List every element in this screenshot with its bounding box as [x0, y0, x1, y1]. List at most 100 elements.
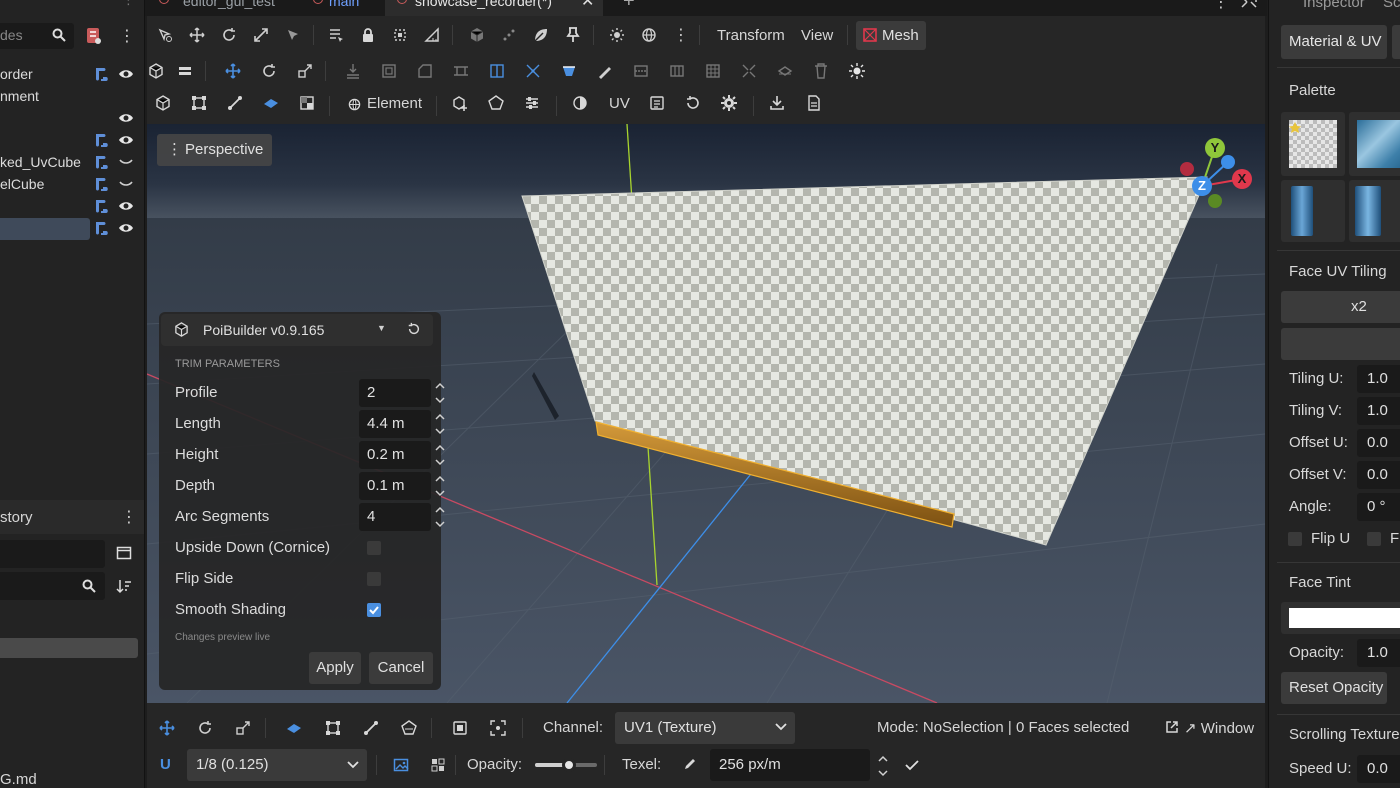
spinner-icon[interactable] — [435, 380, 445, 406]
face-mode-icon[interactable] — [261, 93, 281, 113]
snap-select[interactable]: 1/8 (0.125) — [187, 749, 367, 781]
length-input[interactable]: 4.4 m — [359, 410, 431, 438]
face-mode-icon[interactable] — [284, 718, 304, 738]
uv-island-icon[interactable] — [450, 718, 470, 738]
script-icon[interactable] — [94, 198, 108, 214]
flip-v-checkbox[interactable] — [1367, 532, 1381, 546]
visibility-eye-icon[interactable] — [118, 112, 134, 124]
scale-icon[interactable] — [233, 718, 253, 738]
profile-input[interactable]: 2 — [359, 379, 431, 407]
tree-item[interactable]: elCube — [0, 174, 144, 196]
panel-menu-icon[interactable]: ⋮ — [122, 0, 135, 8]
close-tab-icon[interactable]: ✕ — [581, 0, 594, 11]
reset-opacity-button[interactable]: Reset Opacity — [1281, 672, 1387, 704]
group-icon[interactable] — [390, 25, 410, 45]
opacity-slider-knob[interactable] — [562, 758, 577, 772]
tab-main[interactable]: main — [329, 0, 359, 15]
vertex-mode-icon[interactable] — [189, 93, 209, 113]
rotate-icon[interactable] — [195, 718, 215, 738]
bucket-icon[interactable] — [559, 61, 579, 81]
height-input[interactable]: 0.2 m — [359, 441, 431, 469]
flatten-icon[interactable] — [775, 61, 795, 81]
knife-icon[interactable] — [595, 61, 615, 81]
sliders-icon[interactable] — [522, 93, 542, 113]
depth-input[interactable]: 0.1 m — [359, 472, 431, 500]
add-mesh-icon[interactable] — [450, 93, 470, 113]
mesh-menu[interactable]: Mesh — [856, 21, 926, 50]
grid-icon[interactable] — [703, 61, 723, 81]
tint-opacity-input[interactable]: 1.0 — [1357, 639, 1400, 667]
upside-down-checkbox[interactable] — [367, 541, 381, 555]
tab-inspector[interactable]: Inspector — [1303, 0, 1365, 11]
rotate-icon[interactable] — [259, 61, 279, 81]
scale-icon[interactable] — [251, 25, 271, 45]
transform-menu[interactable]: Transform — [717, 27, 785, 44]
object-mode-icon[interactable] — [153, 93, 173, 113]
tree-item[interactable]: nment — [0, 86, 144, 108]
uv-menu[interactable]: UV — [609, 95, 630, 112]
visibility-eye-icon[interactable] — [118, 200, 134, 212]
export-file-icon[interactable] — [804, 93, 824, 113]
pencil-icon[interactable] — [683, 757, 697, 771]
spinner-icon[interactable] — [877, 752, 889, 780]
cube-outline-icon[interactable] — [146, 61, 166, 81]
history-menu-icon[interactable]: ⋮ — [121, 507, 137, 527]
tree-item[interactable]: ked_UvCube — [0, 152, 144, 174]
script-filter-icon[interactable] — [86, 27, 102, 45]
flip-side-checkbox[interactable] — [367, 572, 381, 586]
bevel-icon[interactable] — [415, 61, 435, 81]
arc-segments-input[interactable]: 4 — [359, 503, 431, 531]
file-item-label[interactable]: G.md — [0, 771, 37, 788]
ruler-icon[interactable] — [422, 25, 442, 45]
shading-icon[interactable] — [570, 93, 590, 113]
element-menu[interactable]: Element — [367, 95, 422, 112]
smooth-shading-checkbox[interactable] — [367, 603, 381, 617]
inset-icon[interactable] — [379, 61, 399, 81]
uv-snap-icon[interactable]: U — [160, 756, 171, 773]
palette-swatch-water[interactable] — [1349, 112, 1400, 176]
opacity-slider[interactable] — [535, 758, 597, 772]
import-icon[interactable] — [767, 93, 787, 113]
gear-icon[interactable] — [719, 93, 739, 113]
tree-item[interactable] — [0, 196, 144, 218]
edge-mode-icon[interactable] — [361, 718, 381, 738]
document-icon[interactable] — [647, 93, 667, 113]
visibility-eye-icon[interactable] — [118, 222, 134, 234]
channel-select[interactable]: UV1 (Texture) — [615, 712, 795, 744]
refresh-icon[interactable] — [407, 322, 421, 336]
material-mode-icon[interactable] — [297, 93, 317, 113]
spinner-icon[interactable] — [435, 473, 445, 499]
bridge-icon[interactable] — [451, 61, 471, 81]
more-options-icon[interactable]: ⋮ — [671, 25, 691, 45]
script-icon[interactable] — [94, 66, 108, 82]
list-select-icon[interactable] — [326, 25, 346, 45]
orientation-gizmo[interactable]: Y X Z — [1179, 136, 1252, 212]
flip-u-checkbox[interactable] — [1288, 532, 1302, 546]
delete-icon[interactable] — [811, 61, 831, 81]
tint-color-picker[interactable] — [1281, 602, 1400, 634]
view-menu[interactable]: View — [801, 27, 833, 44]
palette-swatch-checker[interactable] — [1281, 112, 1345, 176]
subdivide-icon[interactable] — [667, 61, 687, 81]
sun-icon[interactable] — [607, 25, 627, 45]
image-icon[interactable] — [391, 755, 411, 775]
hidden-eye-icon[interactable] — [118, 156, 134, 168]
tree-menu-icon[interactable]: ⋮ — [119, 26, 135, 46]
angle-input[interactable]: 0 ° — [1357, 493, 1400, 521]
tiling-x2-button[interactable]: x2 — [1281, 291, 1400, 323]
vertex-mode-icon[interactable] — [323, 718, 343, 738]
tiling-u-input[interactable]: 1.0 — [1357, 365, 1400, 393]
tab-showcase-recorder[interactable]: showcase_recorder(*) ✕ — [385, 0, 603, 16]
apply-button[interactable]: Apply — [309, 652, 361, 684]
spinner-icon[interactable] — [435, 411, 445, 437]
split-icon[interactable] — [487, 61, 507, 81]
reset-icon[interactable] — [683, 93, 703, 113]
collapse-icon[interactable] — [739, 61, 759, 81]
tiling-v-input[interactable]: 1.0 — [1357, 397, 1400, 425]
spinner-icon[interactable] — [435, 442, 445, 468]
cancel-button[interactable]: Cancel — [369, 652, 433, 684]
offset-v-input[interactable]: 0.0 — [1357, 461, 1400, 489]
leaf-icon[interactable] — [531, 25, 551, 45]
move-icon[interactable] — [157, 718, 177, 738]
tab-editor-gui-test[interactable]: editor_gui_test — [183, 0, 275, 15]
